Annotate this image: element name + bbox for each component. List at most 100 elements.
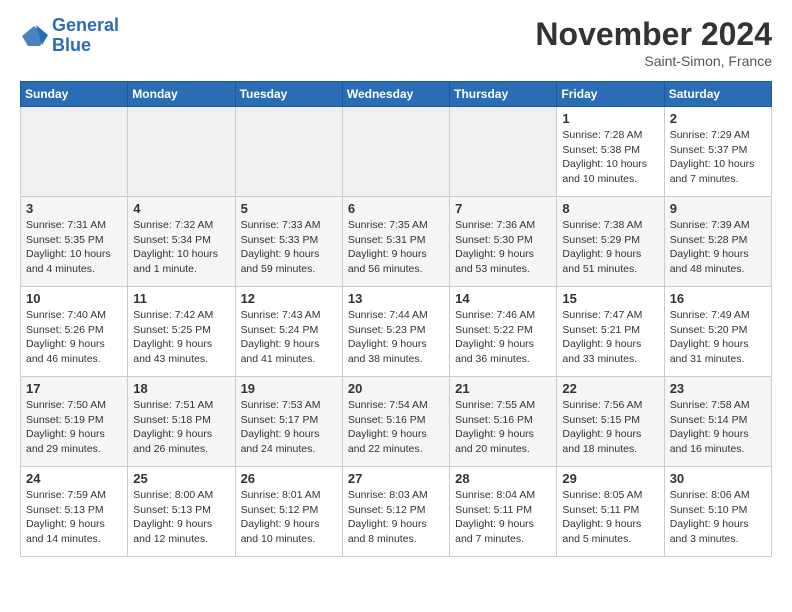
day-number: 9 (670, 201, 766, 216)
day-number: 21 (455, 381, 551, 396)
day-number: 7 (455, 201, 551, 216)
calendar-table: SundayMondayTuesdayWednesdayThursdayFrid… (20, 81, 772, 557)
calendar-cell (342, 107, 449, 197)
page-header: General Blue November 2024 Saint-Simon, … (20, 16, 772, 69)
calendar-cell: 19Sunrise: 7:53 AM Sunset: 5:17 PM Dayli… (235, 377, 342, 467)
day-number: 1 (562, 111, 658, 126)
weekday-header: Sunday (21, 82, 128, 107)
day-info: Sunrise: 7:55 AM Sunset: 5:16 PM Dayligh… (455, 398, 551, 457)
day-number: 16 (670, 291, 766, 306)
page-container: General Blue November 2024 Saint-Simon, … (0, 0, 792, 573)
day-number: 28 (455, 471, 551, 486)
day-number: 13 (348, 291, 444, 306)
day-info: Sunrise: 7:35 AM Sunset: 5:31 PM Dayligh… (348, 218, 444, 277)
logo: General Blue (20, 16, 119, 56)
day-number: 19 (241, 381, 337, 396)
logo-icon (20, 24, 48, 48)
day-info: Sunrise: 8:05 AM Sunset: 5:11 PM Dayligh… (562, 488, 658, 547)
day-info: Sunrise: 8:00 AM Sunset: 5:13 PM Dayligh… (133, 488, 229, 547)
calendar-cell: 30 Sunrise: 8:06 AM Sunset: 5:10 PM Dayli… (664, 467, 771, 557)
weekday-header: Tuesday (235, 82, 342, 107)
logo-text: General Blue (52, 16, 119, 56)
calendar-cell: 26 Sunrise: 8:01 AM Sunset: 5:12 PM Dayli… (235, 467, 342, 557)
calendar-cell: 21 Sunrise: 7:55 AM Sunset: 5:16 PM Dayli… (450, 377, 557, 467)
calendar-cell: 3 Sunrise: 7:31 AM Sunset: 5:35 PM Daylig… (21, 197, 128, 287)
day-info: Sunrise: 7:44 AM Sunset: 5:23 PM Dayligh… (348, 308, 444, 367)
calendar-cell (21, 107, 128, 197)
day-info: Sunrise: 7:31 AM Sunset: 5:35 PM Dayligh… (26, 218, 122, 277)
day-info: Sunrise: 7:32 AM Sunset: 5:34 PM Dayligh… (133, 218, 229, 277)
calendar-cell: 7Sunrise: 7:36 AM Sunset: 5:30 PM Daylig… (450, 197, 557, 287)
day-number: 29 (562, 471, 658, 486)
calendar-cell: 17 Sunrise: 7:50 AM Sunset: 5:19 PM Dayli… (21, 377, 128, 467)
calendar-cell: 23Sunrise: 7:58 AM Sunset: 5:14 PM Dayli… (664, 377, 771, 467)
weekday-header: Saturday (664, 82, 771, 107)
day-info: Sunrise: 7:54 AM Sunset: 5:16 PM Dayligh… (348, 398, 444, 457)
day-number: 26 (241, 471, 337, 486)
day-number: 4 (133, 201, 229, 216)
calendar-week: 3 Sunrise: 7:31 AM Sunset: 5:35 PM Daylig… (21, 197, 772, 287)
calendar-cell: 15Sunrise: 7:47 AM Sunset: 5:21 PM Dayli… (557, 287, 664, 377)
day-info: Sunrise: 7:56 AM Sunset: 5:15 PM Dayligh… (562, 398, 658, 457)
day-number: 27 (348, 471, 444, 486)
calendar-cell: 27Sunrise: 8:03 AM Sunset: 5:12 PM Dayli… (342, 467, 449, 557)
logo-line1: General (52, 15, 119, 35)
day-number: 11 (133, 291, 229, 306)
calendar-cell: 1 Sunrise: 7:28 AM Sunset: 5:38 PM Daylig… (557, 107, 664, 197)
calendar-cell: 24Sunrise: 7:59 AM Sunset: 5:13 PM Dayli… (21, 467, 128, 557)
calendar-cell: 8 Sunrise: 7:38 AM Sunset: 5:29 PM Daylig… (557, 197, 664, 287)
day-number: 20 (348, 381, 444, 396)
day-info: Sunrise: 7:42 AM Sunset: 5:25 PM Dayligh… (133, 308, 229, 367)
day-number: 17 (26, 381, 122, 396)
calendar-cell: 9 Sunrise: 7:39 AM Sunset: 5:28 PM Daylig… (664, 197, 771, 287)
location: Saint-Simon, France (535, 53, 772, 69)
header-row: SundayMondayTuesdayWednesdayThursdayFrid… (21, 82, 772, 107)
day-info: Sunrise: 7:46 AM Sunset: 5:22 PM Dayligh… (455, 308, 551, 367)
day-number: 10 (26, 291, 122, 306)
day-number: 3 (26, 201, 122, 216)
day-info: Sunrise: 7:39 AM Sunset: 5:28 PM Dayligh… (670, 218, 766, 277)
title-block: November 2024 Saint-Simon, France (535, 16, 772, 69)
weekday-header: Thursday (450, 82, 557, 107)
day-number: 8 (562, 201, 658, 216)
day-number: 24 (26, 471, 122, 486)
day-info: Sunrise: 7:33 AM Sunset: 5:33 PM Dayligh… (241, 218, 337, 277)
day-number: 5 (241, 201, 337, 216)
day-number: 25 (133, 471, 229, 486)
day-number: 6 (348, 201, 444, 216)
day-info: Sunrise: 7:38 AM Sunset: 5:29 PM Dayligh… (562, 218, 658, 277)
calendar-cell: 13 Sunrise: 7:44 AM Sunset: 5:23 PM Dayli… (342, 287, 449, 377)
calendar-week: 24Sunrise: 7:59 AM Sunset: 5:13 PM Dayli… (21, 467, 772, 557)
logo-line2: Blue (52, 35, 91, 55)
day-info: Sunrise: 7:50 AM Sunset: 5:19 PM Dayligh… (26, 398, 122, 457)
day-number: 18 (133, 381, 229, 396)
calendar-cell: 20 Sunrise: 7:54 AM Sunset: 5:16 PM Dayli… (342, 377, 449, 467)
weekday-header: Monday (128, 82, 235, 107)
day-info: Sunrise: 7:47 AM Sunset: 5:21 PM Dayligh… (562, 308, 658, 367)
calendar-cell: 5 Sunrise: 7:33 AM Sunset: 5:33 PM Daylig… (235, 197, 342, 287)
calendar-cell: 16 Sunrise: 7:49 AM Sunset: 5:20 PM Dayli… (664, 287, 771, 377)
day-info: Sunrise: 7:49 AM Sunset: 5:20 PM Dayligh… (670, 308, 766, 367)
calendar-cell: 22Sunrise: 7:56 AM Sunset: 5:15 PM Dayli… (557, 377, 664, 467)
day-info: Sunrise: 7:58 AM Sunset: 5:14 PM Dayligh… (670, 398, 766, 457)
day-info: Sunrise: 8:01 AM Sunset: 5:12 PM Dayligh… (241, 488, 337, 547)
calendar-cell (450, 107, 557, 197)
calendar-cell (235, 107, 342, 197)
calendar-cell: 29 Sunrise: 8:05 AM Sunset: 5:11 PM Dayli… (557, 467, 664, 557)
calendar-header: SundayMondayTuesdayWednesdayThursdayFrid… (21, 82, 772, 107)
day-info: Sunrise: 7:28 AM Sunset: 5:38 PM Dayligh… (562, 128, 658, 187)
calendar-cell: 12Sunrise: 7:43 AM Sunset: 5:24 PM Dayli… (235, 287, 342, 377)
calendar-cell: 6 Sunrise: 7:35 AM Sunset: 5:31 PM Daylig… (342, 197, 449, 287)
calendar-week: 17 Sunrise: 7:50 AM Sunset: 5:19 PM Dayli… (21, 377, 772, 467)
calendar-cell: 11 Sunrise: 7:42 AM Sunset: 5:25 PM Dayli… (128, 287, 235, 377)
calendar-cell: 14 Sunrise: 7:46 AM Sunset: 5:22 PM Dayli… (450, 287, 557, 377)
calendar-week: 1 Sunrise: 7:28 AM Sunset: 5:38 PM Daylig… (21, 107, 772, 197)
calendar-cell: 2Sunrise: 7:29 AM Sunset: 5:37 PM Daylig… (664, 107, 771, 197)
day-number: 30 (670, 471, 766, 486)
calendar-body: 1 Sunrise: 7:28 AM Sunset: 5:38 PM Daylig… (21, 107, 772, 557)
calendar-cell: 28Sunrise: 8:04 AM Sunset: 5:11 PM Dayli… (450, 467, 557, 557)
day-info: Sunrise: 7:29 AM Sunset: 5:37 PM Dayligh… (670, 128, 766, 187)
day-number: 14 (455, 291, 551, 306)
day-info: Sunrise: 8:06 AM Sunset: 5:10 PM Dayligh… (670, 488, 766, 547)
day-info: Sunrise: 7:40 AM Sunset: 5:26 PM Dayligh… (26, 308, 122, 367)
